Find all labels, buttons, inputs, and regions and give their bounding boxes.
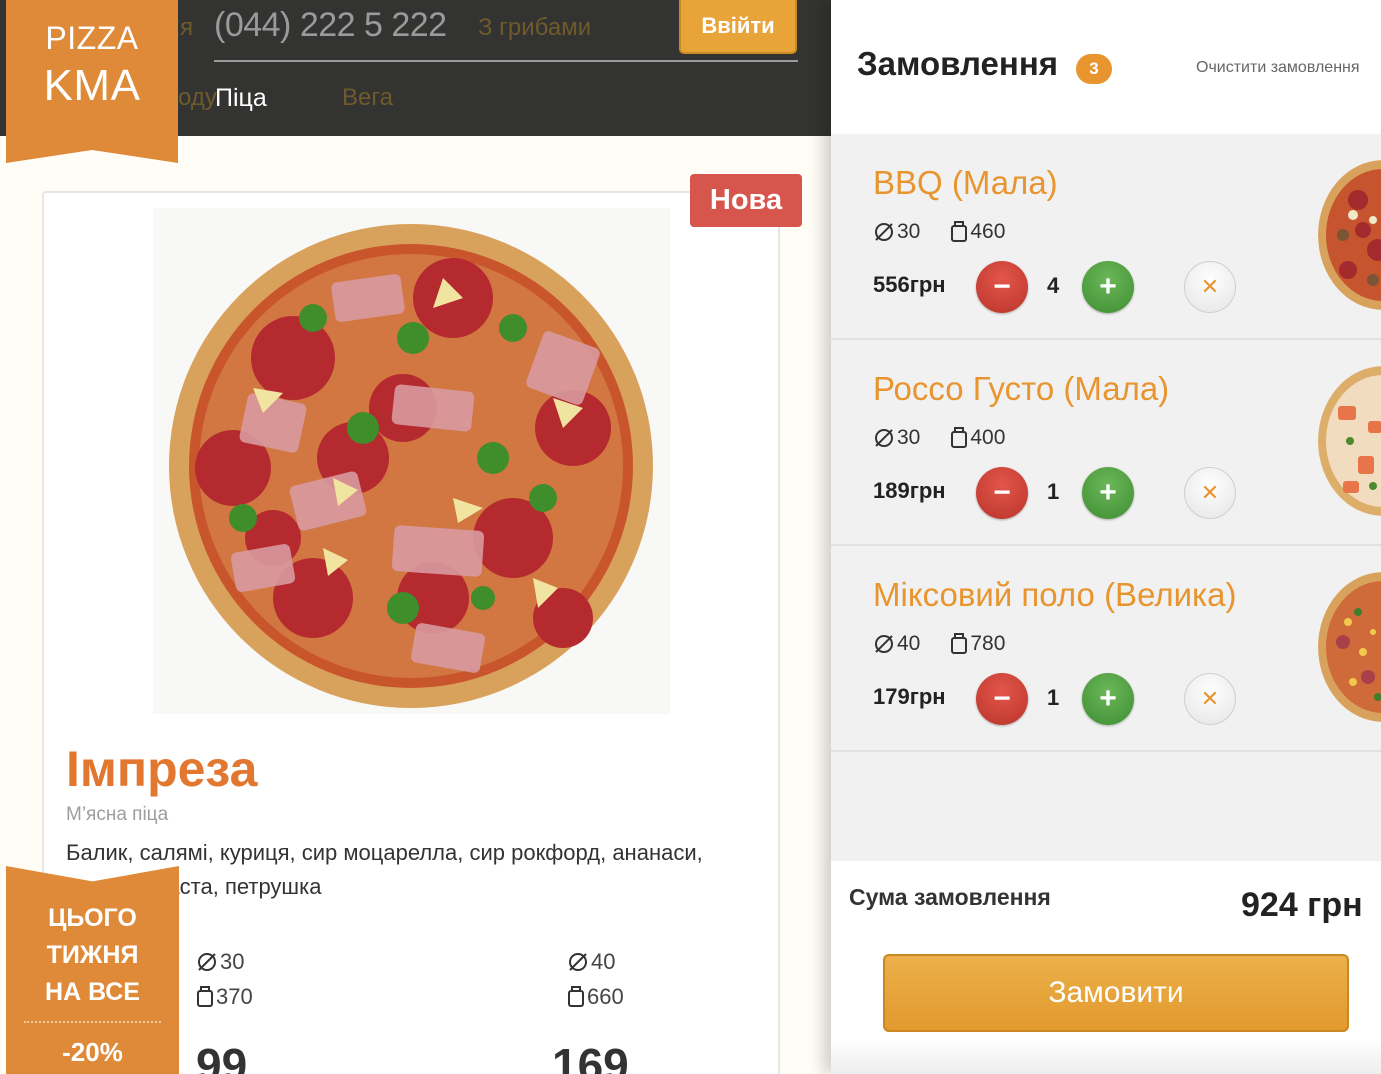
nav-divider [214, 60, 798, 62]
increase-qty-button[interactable]: + [1082, 673, 1134, 725]
nav-item-seafood-hidden: оду [178, 84, 217, 111]
phone-number: (044) 222 5 222 [214, 6, 447, 44]
order-item-weight-value: 400 [970, 426, 1006, 449]
order-item-diameter-value: 30 [897, 426, 921, 449]
increase-qty-button[interactable]: + [1082, 261, 1134, 313]
order-item-diameter-value: 30 [897, 220, 921, 243]
size-option-small[interactable]: 30 370 [196, 944, 253, 1014]
order-item-price: 556грн [873, 272, 946, 297]
weight-icon [951, 221, 968, 242]
plus-icon: + [1099, 476, 1117, 509]
diameter-icon [875, 223, 893, 241]
size-diameter: 40 [591, 949, 616, 974]
promo-line-2: ТИЖНЯ [46, 941, 139, 969]
diameter-icon [569, 952, 587, 971]
diameter-icon [875, 429, 893, 447]
submit-order-button[interactable]: Замовити [883, 954, 1349, 1032]
size-price-small: 99 [196, 1039, 248, 1074]
remove-item-button[interactable]: ✕ [1184, 673, 1236, 725]
order-header: Замовлення 3 Очистити замовлення [831, 0, 1381, 134]
panel-footer [831, 1040, 1381, 1074]
order-item-weight-value: 780 [970, 632, 1006, 655]
clear-order-link[interactable]: Очистити замовлення [1196, 59, 1360, 77]
promo-line-3: НА ВСЕ [45, 978, 140, 1006]
size-option-large[interactable]: 40 660 [567, 944, 624, 1014]
size-weight: 660 [587, 984, 624, 1009]
login-button[interactable]: Ввійти [679, 0, 797, 54]
close-icon: ✕ [1200, 480, 1220, 505]
plus-icon: + [1099, 682, 1117, 715]
order-item-image [1318, 160, 1381, 310]
order-item: BBQ (Мала) 30 460 556грн − 4 + ✕ [831, 134, 1381, 340]
minus-icon: − [993, 476, 1011, 509]
order-item-diameter: 30 [873, 220, 920, 244]
nav-item-meat-hidden: я [180, 14, 193, 41]
size-weight: 370 [216, 984, 253, 1009]
order-item-name: BBQ (Мала) [873, 164, 1058, 201]
order-item-image [1318, 572, 1381, 722]
promo-line-1: ЦЬОГО [48, 904, 137, 932]
nav-item-pizza[interactable]: Піца [215, 84, 267, 113]
increase-qty-button[interactable]: + [1082, 467, 1134, 519]
order-title: Замовлення [857, 45, 1059, 82]
order-item-qty: 4 [1047, 273, 1060, 298]
weight-icon [568, 985, 584, 1007]
remove-item-button[interactable]: ✕ [1184, 261, 1236, 313]
logo-line-2: KMA [43, 61, 141, 110]
order-item-weight: 400 [950, 426, 1005, 450]
promo-discount: -20% [62, 1037, 123, 1067]
remove-item-button[interactable]: ✕ [1184, 467, 1236, 519]
order-item: Россо Густо (Мала) 30 400 189грн − 1 + ✕ [831, 340, 1381, 546]
order-item-weight: 460 [950, 220, 1005, 244]
order-item-name: Міксовий поло (Велика) [873, 576, 1237, 613]
nav-item-mushroom[interactable]: З грибами [478, 14, 591, 42]
order-items-list: BBQ (Мала) 30 460 556грн − 4 + ✕ Россо Г… [831, 134, 1381, 861]
order-count-badge: 3 [1076, 54, 1112, 84]
close-icon: ✕ [1200, 274, 1220, 299]
minus-icon: − [993, 682, 1011, 715]
order-sum-value: 924 грн [1241, 886, 1363, 924]
order-item-diameter-value: 40 [897, 632, 921, 655]
order-item-weight-value: 460 [970, 220, 1006, 243]
order-sum-label: Сума замовлення [849, 884, 1051, 910]
site-logo[interactable]: PIZZA KMA [6, 0, 178, 163]
product-type: М’ясна піца [66, 804, 169, 825]
order-item-qty: 1 [1047, 685, 1060, 710]
new-badge: Нова [690, 174, 802, 227]
size-price-large: 169 [552, 1039, 629, 1074]
diameter-icon [198, 952, 216, 971]
decrease-qty-button[interactable]: − [976, 673, 1028, 725]
weight-icon [951, 427, 968, 448]
minus-icon: − [993, 270, 1011, 303]
weight-icon [197, 985, 213, 1007]
order-item: Міксовий поло (Велика) 40 780 179грн − 1… [831, 546, 1381, 752]
decrease-qty-button[interactable]: − [976, 261, 1028, 313]
decrease-qty-button[interactable]: − [976, 467, 1028, 519]
order-item-diameter: 30 [873, 426, 920, 450]
diameter-icon [875, 635, 893, 653]
order-panel: Замовлення 3 Очистити замовлення BBQ (Ма… [831, 0, 1381, 1074]
order-item-diameter: 40 [873, 632, 920, 656]
order-item-qty: 1 [1047, 479, 1060, 504]
product-title: Імпреза [66, 741, 258, 797]
order-item-price: 189грн [873, 478, 946, 503]
order-item-weight: 780 [950, 632, 1005, 656]
order-item-price: 179грн [873, 684, 946, 709]
logo-line-1: PIZZA [45, 20, 139, 56]
product-image [153, 208, 670, 714]
close-icon: ✕ [1200, 686, 1220, 711]
promo-ribbon[interactable]: ЦЬОГО ТИЖНЯ НА ВСЕ -20% [6, 866, 179, 1074]
size-diameter: 30 [220, 949, 245, 974]
nav-item-vega[interactable]: Вега [342, 84, 393, 112]
plus-icon: + [1099, 270, 1117, 303]
order-item-name: Россо Густо (Мала) [873, 370, 1170, 407]
weight-icon [951, 633, 968, 654]
promo-divider [24, 1021, 161, 1023]
order-item-image [1318, 366, 1381, 516]
